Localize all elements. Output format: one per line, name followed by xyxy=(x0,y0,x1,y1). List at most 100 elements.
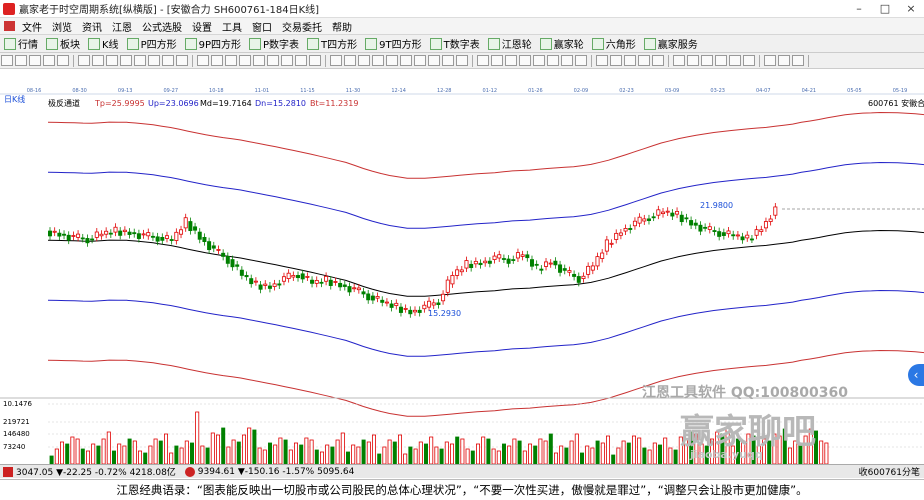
date-tick: 11-15 xyxy=(300,88,315,94)
toolbar-9t-square[interactable]: 9T四方形 xyxy=(365,36,422,51)
channel-tool-icon[interactable] xyxy=(561,55,573,66)
menu-browse[interactable]: 浏览 xyxy=(47,19,77,34)
toolbar-p-number[interactable]: P数字表 xyxy=(249,36,299,51)
toolbar-winner-wheel[interactable]: 赢家轮 xyxy=(539,36,584,51)
toolbar-t-number[interactable]: T数字表 xyxy=(429,36,480,51)
toolbar-sectors[interactable]: 板块 xyxy=(46,36,80,51)
gann-tool-icon[interactable] xyxy=(701,55,713,66)
tick-detail[interactable]: 收600761分笔 xyxy=(859,465,920,478)
menu-tools[interactable]: 工具 xyxy=(217,19,247,34)
text-tool-icon[interactable] xyxy=(778,55,790,66)
zoom-tool-icon[interactable] xyxy=(78,55,90,66)
fib-tool-icon[interactable] xyxy=(610,55,622,66)
candle-body xyxy=(441,293,446,302)
ray-tool-icon[interactable] xyxy=(358,55,370,66)
menu-formula[interactable]: 公式选股 xyxy=(137,19,187,34)
shenzhen-index[interactable]: 9394.61 ▼-150.16 -1.57% 5095.64 xyxy=(198,467,355,477)
maximize-button[interactable]: □ xyxy=(872,0,898,18)
date-tick: 08-30 xyxy=(72,88,87,94)
menu-gann[interactable]: 江恩 xyxy=(107,19,137,34)
menu-window[interactable]: 窗口 xyxy=(247,19,277,34)
zoom-tool-icon[interactable] xyxy=(176,55,188,66)
zoom-tool-icon[interactable] xyxy=(106,55,118,66)
ray-tool-icon[interactable] xyxy=(344,55,356,66)
ray-tool-icon[interactable] xyxy=(386,55,398,66)
zoom-tool-icon[interactable] xyxy=(162,55,174,66)
zoom-tool-icon[interactable] xyxy=(92,55,104,66)
line-tool-icon[interactable] xyxy=(225,55,237,66)
volume-bar xyxy=(423,443,428,464)
text-tool-icon[interactable] xyxy=(792,55,804,66)
line-tool-icon[interactable] xyxy=(197,55,209,66)
channel-tool-icon[interactable] xyxy=(575,55,587,66)
gann-tool-icon[interactable] xyxy=(743,55,755,66)
volume-bar xyxy=(288,449,293,464)
channel-tool-icon[interactable] xyxy=(547,55,559,66)
gann-tool-icon[interactable] xyxy=(715,55,727,66)
candle-body xyxy=(225,256,230,264)
toolbar-9p-square[interactable]: 9P四方形 xyxy=(184,36,241,51)
select-tool-icon[interactable] xyxy=(57,55,69,66)
channel-tool-icon[interactable] xyxy=(491,55,503,66)
line-tool-icon[interactable] xyxy=(211,55,223,66)
chevron-left-icon[interactable]: ‹ xyxy=(908,364,924,386)
toolbar-quotes[interactable]: 行情 xyxy=(4,36,38,51)
text-tool-icon[interactable] xyxy=(764,55,776,66)
toolbar-service[interactable]: 赢家服务 xyxy=(643,36,698,51)
channel-tool-icon[interactable] xyxy=(533,55,545,66)
channel-tool-icon[interactable] xyxy=(519,55,531,66)
volume-bar xyxy=(481,436,486,464)
line-tool-icon[interactable] xyxy=(309,55,321,66)
select-tool-icon[interactable] xyxy=(1,55,13,66)
volume-bar xyxy=(112,450,117,464)
ray-tool-icon[interactable] xyxy=(372,55,384,66)
candle-body xyxy=(745,234,750,239)
shanghai-index[interactable]: 3047.05 ▼-22.25 -0.72% 4218.08亿 xyxy=(16,465,176,478)
ray-tool-icon[interactable] xyxy=(330,55,342,66)
channel-tool-icon[interactable] xyxy=(477,55,489,66)
candle-body xyxy=(352,287,357,290)
kline-chart[interactable]: 08-16 08-30 09-13 09-27 10-18 11-01 11-15 11-30… xyxy=(0,86,924,464)
ray-tool-icon[interactable] xyxy=(428,55,440,66)
menu-help[interactable]: 帮助 xyxy=(327,19,357,34)
channel-tool-icon[interactable] xyxy=(505,55,517,66)
fib-tool-icon[interactable] xyxy=(596,55,608,66)
line-tool-icon[interactable] xyxy=(239,55,251,66)
line-tool-icon[interactable] xyxy=(281,55,293,66)
volume-bar xyxy=(80,448,85,464)
fib-tool-icon[interactable] xyxy=(624,55,636,66)
zoom-tool-icon[interactable] xyxy=(120,55,132,66)
menu-trade[interactable]: 交易委托 xyxy=(277,19,327,34)
fib-tool-icon[interactable] xyxy=(652,55,664,66)
zoom-tool-icon[interactable] xyxy=(148,55,160,66)
indicator-value: Tp=25.9995 xyxy=(94,99,145,108)
line-tool-icon[interactable] xyxy=(267,55,279,66)
ray-tool-icon[interactable] xyxy=(442,55,454,66)
close-button[interactable]: × xyxy=(898,0,924,18)
toolbar-p-square[interactable]: P四方形 xyxy=(126,36,177,51)
select-tool-icon[interactable] xyxy=(29,55,41,66)
menu-news[interactable]: 资讯 xyxy=(77,19,107,34)
menu-settings[interactable]: 设置 xyxy=(187,19,217,34)
select-tool-icon[interactable] xyxy=(43,55,55,66)
toolbar-gann-wheel[interactable]: 江恩轮 xyxy=(487,36,532,51)
ray-tool-icon[interactable] xyxy=(400,55,412,66)
candle-body xyxy=(188,221,193,232)
gann-tool-icon[interactable] xyxy=(729,55,741,66)
fib-tool-icon[interactable] xyxy=(638,55,650,66)
ray-tool-icon[interactable] xyxy=(414,55,426,66)
main-toolbar: 行情 板块 K线 P四方形 9P四方形 P数字表 T四方形 9T四方形 T数字表… xyxy=(0,35,924,53)
toolbar-hexagon[interactable]: 六角形 xyxy=(591,36,636,51)
zoom-tool-icon[interactable] xyxy=(134,55,146,66)
candle-body xyxy=(478,262,483,266)
menu-file[interactable]: 文件 xyxy=(17,19,47,34)
ray-tool-icon[interactable] xyxy=(456,55,468,66)
select-tool-icon[interactable] xyxy=(15,55,27,66)
toolbar-kline[interactable]: K线 xyxy=(88,36,119,51)
gann-tool-icon[interactable] xyxy=(687,55,699,66)
toolbar-t-square[interactable]: T四方形 xyxy=(307,36,357,51)
gann-tool-icon[interactable] xyxy=(673,55,685,66)
line-tool-icon[interactable] xyxy=(253,55,265,66)
minimize-button[interactable]: – xyxy=(846,0,872,18)
line-tool-icon[interactable] xyxy=(295,55,307,66)
